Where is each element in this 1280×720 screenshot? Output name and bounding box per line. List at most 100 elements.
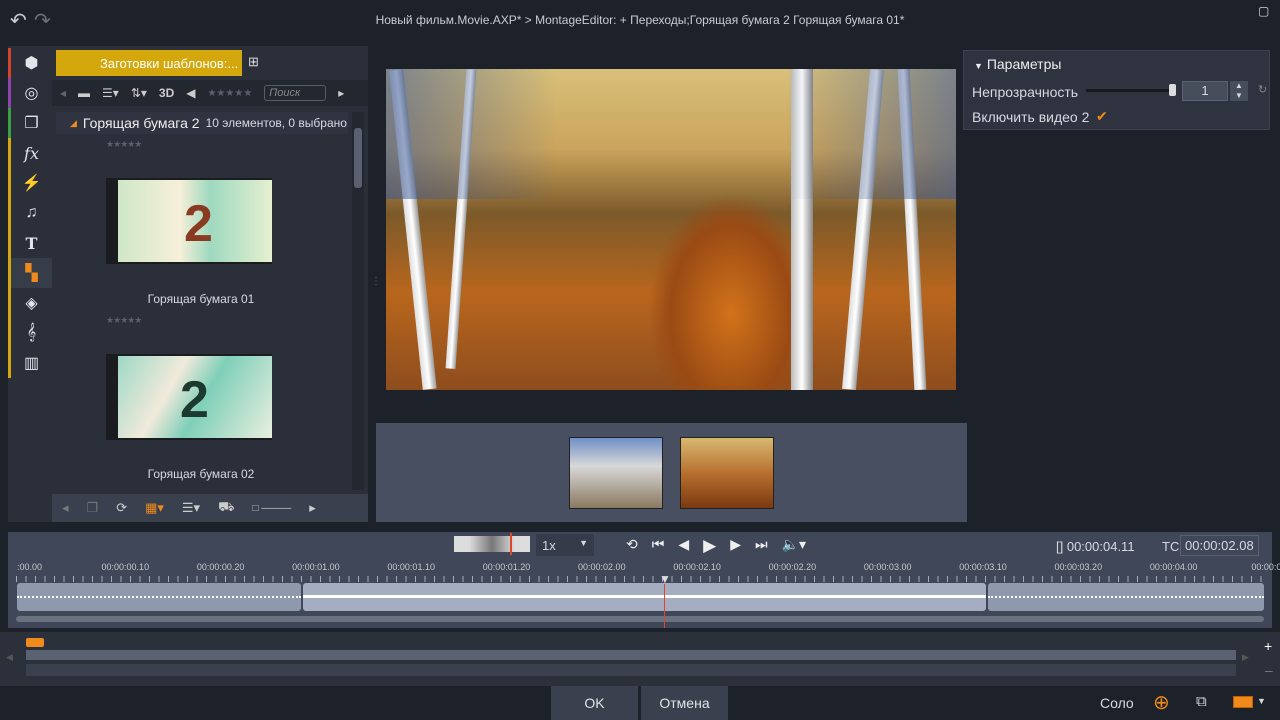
import-icon[interactable]: ⛟ <box>218 499 234 517</box>
copy-icon[interactable]: ❐ <box>87 500 99 516</box>
shuttle-control[interactable] <box>454 533 530 555</box>
ruler-tick-label: 00:00:00.10 <box>101 562 150 572</box>
piano-icon[interactable]: ▥ <box>8 348 52 378</box>
template-thumbnail[interactable]: 2 <box>106 354 272 440</box>
ruler-tick-label: 00:00:00.20 <box>196 562 245 572</box>
ruler-tick-label: 00:00:02.20 <box>768 562 817 572</box>
layers-icon[interactable]: ◈ <box>8 288 52 318</box>
search-input[interactable]: Поиск <box>264 85 327 101</box>
sort-icon[interactable]: ⇅▾ <box>131 86 147 100</box>
tag-icon[interactable]: ◀ <box>186 86 195 100</box>
ruler-tick-label: 00:00:04 <box>1251 562 1280 572</box>
opacity-input[interactable]: 1 <box>1182 81 1228 101</box>
item-rating[interactable]: ★★★★★ <box>106 315 142 326</box>
reset-icon[interactable]: ↻ <box>1258 83 1267 96</box>
title-bar: ↶ ↷ Новый фильм.Movie.AXP* > MontageEdit… <box>0 0 1280 42</box>
stack-icon[interactable]: ❐ <box>8 108 52 138</box>
folder-info: 10 элементов, 0 выбрано <box>205 116 347 130</box>
slider-thumb[interactable] <box>1169 84 1176 96</box>
library-bottom-toolbar: ◂ ❐ ⟳ ▦▾ ☰▾ ⛟ □ ——— ▸ <box>52 494 368 522</box>
cancel-button[interactable]: Отмена <box>641 686 728 720</box>
window-title: Новый фильм.Movie.AXP* > MontageEditor: … <box>375 13 905 27</box>
fx-icon[interactable]: fx <box>8 138 52 168</box>
speed-select[interactable]: 1x ▼ <box>536 534 594 556</box>
external-preview-icon[interactable]: ⧉ <box>1196 693 1207 710</box>
treble-clef-icon[interactable]: 𝄞 <box>8 318 52 348</box>
folder-header[interactable]: ◢ Горящая бумага 2 10 элементов, 0 выбра… <box>56 112 348 134</box>
zoom-out-button[interactable]: – <box>1265 662 1273 678</box>
scroll-right-icon[interactable]: ▸ <box>338 86 344 100</box>
target-icon[interactable]: ⊕ <box>1153 690 1170 715</box>
play-icon[interactable]: ▶ <box>703 536 716 556</box>
scroll-left-icon[interactable]: ◂ <box>60 86 66 100</box>
params-header[interactable]: ▼ Параметры <box>974 56 1061 72</box>
zoom-in-button[interactable]: + <box>1264 638 1272 654</box>
volume-icon[interactable]: 🔈▾ <box>782 536 806 556</box>
splitter-handle[interactable]: ⋮ <box>371 276 381 287</box>
opacity-slider[interactable] <box>1086 84 1176 96</box>
ruler-tick-label: 00:00:01.00 <box>292 562 340 572</box>
lightning-icon[interactable]: ⚡ <box>8 168 52 198</box>
transition-clip[interactable] <box>303 583 986 611</box>
ruler-tick-label: 00:00:02.10 <box>673 562 721 572</box>
ruler-tick-label: 00:00:02.00 <box>578 562 626 572</box>
grid-view-icon[interactable]: ▦▾ <box>145 500 164 516</box>
opacity-stepper[interactable]: ▲ ▼ <box>1230 81 1248 101</box>
duration-display: [] 00:00:04.11 <box>1056 539 1135 554</box>
title-icon[interactable]: T <box>8 228 52 258</box>
add-tab-icon[interactable]: ⊞ <box>248 54 259 70</box>
clip-a[interactable] <box>17 583 301 611</box>
ruler-tick-label: 00:00:03.00 <box>863 562 912 572</box>
overview-marker[interactable] <box>26 638 44 647</box>
timeline-scrollbar[interactable] <box>16 616 1264 622</box>
rating-filter[interactable]: ★★★★★ <box>207 88 252 99</box>
list-view-icon[interactable]: ☰▾ <box>102 86 119 100</box>
video-preview[interactable] <box>386 69 956 390</box>
zoom-slider[interactable]: □ ——— <box>252 503 291 514</box>
enable-video-checkbox[interactable]: ✔ <box>1096 108 1108 125</box>
overview-bar <box>26 650 1236 660</box>
scroll-right-icon[interactable]: ▶ <box>1242 652 1249 663</box>
timecode-input[interactable]: 00:00:02.08 <box>1180 535 1259 556</box>
color-swatch[interactable] <box>1233 696 1253 708</box>
go-start-icon[interactable]: ⏮ <box>652 536 665 556</box>
clip-a-thumbnail[interactable] <box>569 437 663 509</box>
library-scrollbar[interactable] <box>352 112 364 490</box>
clip-b[interactable] <box>988 583 1264 611</box>
ruler-tick-label: :00.00 <box>17 562 43 572</box>
3d-button[interactable]: 3D <box>159 86 174 100</box>
source-clips-strip <box>376 423 967 522</box>
item-rating[interactable]: ★★★★★ <box>106 139 142 150</box>
category-sidebar: ⬢ ◎ ❐ fx ⚡ ♫ T ▚ ◈ 𝄞 ▥ <box>8 46 52 522</box>
film-reel-icon[interactable]: ◎ <box>8 78 52 108</box>
loop-icon[interactable]: ⟲ <box>626 536 638 556</box>
library-tab[interactable]: Заготовки шаблонов:... <box>56 50 242 76</box>
scroll-left-icon[interactable]: ◂ <box>62 500 69 516</box>
box-icon[interactable]: ⬢ <box>8 48 52 78</box>
folder-name: Горящая бумага 2 <box>82 115 200 131</box>
step-back-icon[interactable]: ◀ <box>678 536 689 556</box>
step-forward-icon[interactable]: ▶ <box>730 536 741 556</box>
playhead-line <box>664 584 665 628</box>
collapse-icon: ◢ <box>70 117 77 128</box>
music-icon[interactable]: ♫ <box>8 198 52 228</box>
maximize-icon[interactable]: ▢ <box>1258 4 1269 18</box>
ok-button[interactable]: OK <box>551 686 638 720</box>
scroll-right-icon[interactable]: ▸ <box>309 500 316 516</box>
overview-track: ◀ ▶ + – <box>0 632 1280 686</box>
enable-video-label: Включить видео 2 <box>972 109 1090 125</box>
library-toolbar: ◂ ▬ ☰▾ ⇅▾ 3D ◀ ★★★★★ Поиск ▸ <box>52 80 368 106</box>
solo-button[interactable]: Соло <box>1100 695 1134 711</box>
clip-b-thumbnail[interactable] <box>680 437 774 509</box>
template-thumbnail[interactable]: 2 <box>106 178 272 264</box>
go-end-icon[interactable]: ⏭ <box>755 536 768 556</box>
chevron-down-icon[interactable]: ▼ <box>1257 696 1266 706</box>
speed-value: 1x <box>542 538 556 553</box>
transition-icon[interactable]: ▚ <box>8 258 52 288</box>
list-menu-icon[interactable]: ☰▾ <box>182 500 200 516</box>
overview-lane <box>26 664 1236 676</box>
params-title: Параметры <box>986 56 1062 72</box>
refresh-icon[interactable]: ⟳ <box>116 500 127 516</box>
folder-icon[interactable]: ▬ <box>78 86 90 100</box>
scroll-left-icon[interactable]: ◀ <box>6 652 13 663</box>
